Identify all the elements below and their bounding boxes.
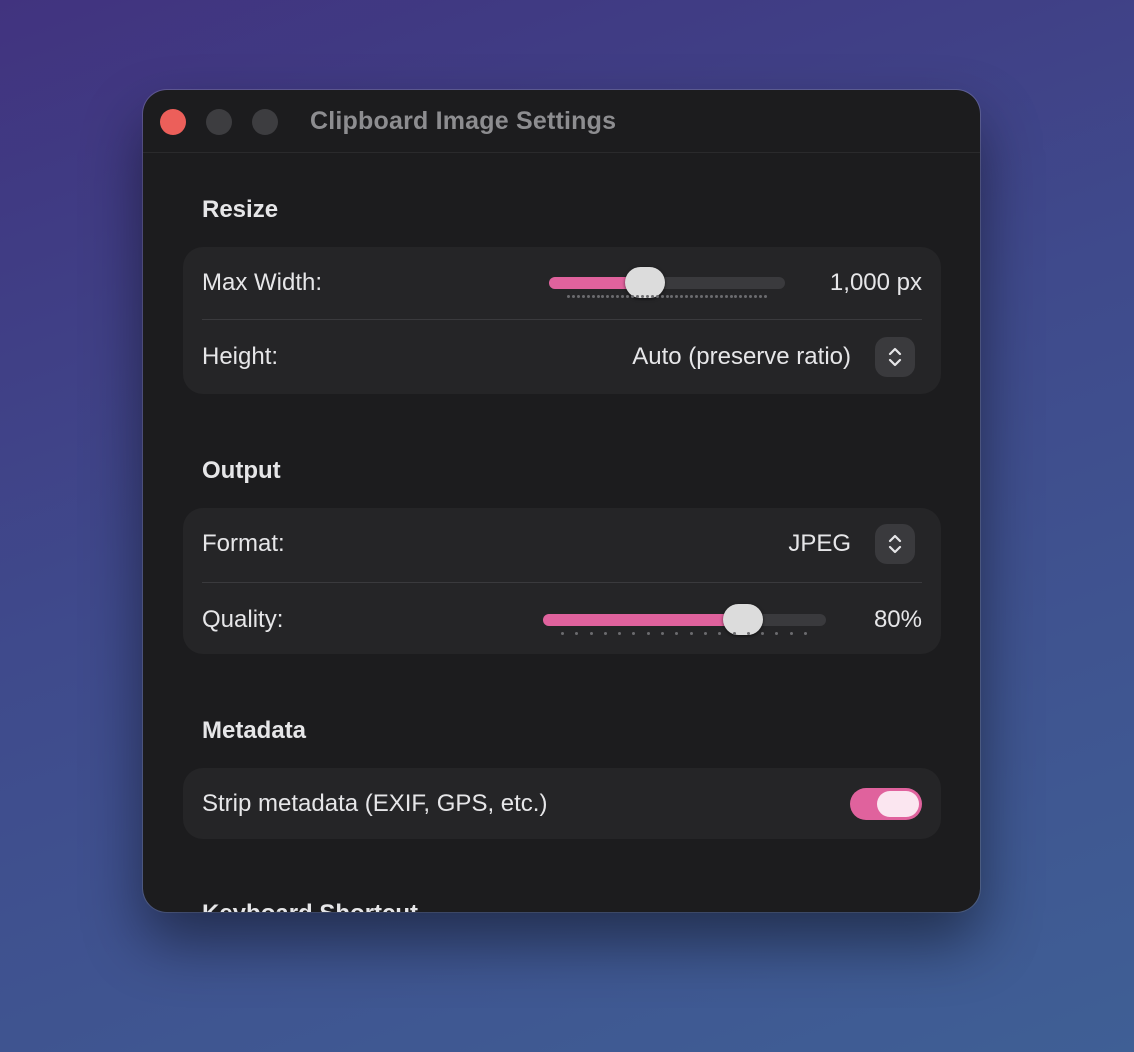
- slider-tick: [729, 295, 733, 298]
- metadata-card: Strip metadata (EXIF, GPS, etc.): [183, 768, 941, 839]
- slider-tick: [759, 295, 763, 298]
- slider-tick: [724, 295, 728, 298]
- max-width-label: Max Width:: [202, 269, 323, 296]
- slider-tick: [714, 295, 718, 298]
- slider-tick: [567, 295, 570, 298]
- slider-tick: [586, 295, 590, 298]
- max-width-slider[interactable]: [549, 267, 785, 298]
- slider-tick: [732, 632, 736, 635]
- quality-slider-knob[interactable]: [722, 604, 763, 635]
- quality-slider-fill: [543, 614, 743, 626]
- slider-tick: [661, 632, 665, 635]
- quality-label: Quality:: [202, 606, 284, 633]
- slider-tick: [646, 632, 650, 635]
- slider-tick: [581, 295, 585, 298]
- window-title: Clipboard Image Settings: [310, 107, 617, 135]
- slider-tick: [804, 632, 807, 635]
- chevron-up-down-icon: [888, 347, 902, 367]
- max-width-slider-knob[interactable]: [625, 267, 666, 298]
- slider-tick: [606, 295, 610, 298]
- slider-tick: [589, 632, 593, 635]
- slider-tick: [709, 295, 713, 298]
- max-width-value: 1,000 px: [829, 269, 922, 296]
- slider-tick: [718, 632, 722, 635]
- slider-tick: [703, 632, 707, 635]
- slider-tick: [601, 295, 605, 298]
- resize-card: Max Width: 1,000 px Height: Auto (preser…: [183, 247, 941, 394]
- slider-tick: [704, 295, 708, 298]
- title-bar: Clipboard Image Settings: [143, 90, 980, 153]
- height-popup-value[interactable]: Auto (preserve ratio): [632, 343, 851, 371]
- slider-tick: [575, 632, 579, 635]
- chevron-up-down-icon: [888, 534, 902, 554]
- slider-tick: [685, 295, 689, 298]
- slider-tick: [690, 295, 694, 298]
- slider-tick: [719, 295, 723, 298]
- slider-tick: [699, 295, 703, 298]
- section-title-metadata: Metadata: [202, 717, 307, 744]
- output-card: Format: JPEG Quality: 80%: [183, 508, 941, 654]
- slider-tick: [744, 295, 748, 298]
- slider-tick: [603, 632, 607, 635]
- strip-metadata-label: Strip metadata (EXIF, GPS, etc.): [202, 790, 548, 817]
- slider-tick: [665, 295, 669, 298]
- slider-tick: [645, 295, 649, 298]
- zoom-button[interactable]: [252, 109, 278, 135]
- slider-tick: [635, 295, 639, 298]
- slider-tick: [680, 295, 684, 298]
- format-popup-value[interactable]: JPEG: [788, 530, 851, 558]
- slider-tick: [631, 295, 635, 298]
- slider-tick: [616, 295, 620, 298]
- slider-tick: [754, 295, 758, 298]
- slider-tick: [660, 295, 664, 298]
- format-popup-button[interactable]: [875, 524, 915, 564]
- slider-tick: [591, 295, 595, 298]
- slider-tick: [761, 632, 765, 635]
- slider-tick: [746, 632, 750, 635]
- slider-tick: [650, 295, 654, 298]
- slider-tick: [611, 295, 615, 298]
- slider-tick: [561, 632, 564, 635]
- slider-tick: [749, 295, 753, 298]
- format-label: Format:: [202, 530, 285, 557]
- slider-tick: [689, 632, 693, 635]
- quality-value: 80%: [873, 606, 922, 633]
- slider-tick: [775, 632, 779, 635]
- slider-tick: [596, 295, 600, 298]
- settings-window: Clipboard Image Settings Resize Max Widt…: [143, 90, 980, 912]
- section-title-resize: Resize: [202, 196, 279, 223]
- close-button[interactable]: [160, 109, 186, 135]
- slider-tick: [675, 295, 679, 298]
- strip-metadata-toggle[interactable]: [850, 788, 922, 820]
- slider-tick: [739, 295, 743, 298]
- slider-tick: [618, 632, 622, 635]
- quality-slider[interactable]: [543, 604, 826, 635]
- section-title-keyboard-shortcut: Keyboard Shortcut: [202, 900, 418, 912]
- toggle-thumb: [877, 791, 919, 817]
- row-divider: [202, 582, 922, 583]
- slider-tick: [571, 295, 575, 298]
- slider-tick: [675, 632, 679, 635]
- height-popup-button[interactable]: [875, 337, 915, 377]
- slider-tick: [626, 295, 630, 298]
- max-width-slider-ticks: [567, 295, 767, 299]
- slider-tick: [640, 295, 644, 298]
- section-title-output: Output: [202, 457, 281, 484]
- slider-tick: [789, 632, 793, 635]
- slider-tick: [655, 295, 659, 298]
- slider-tick: [632, 632, 636, 635]
- slider-tick: [734, 295, 738, 298]
- slider-tick: [695, 295, 699, 298]
- minimize-button[interactable]: [206, 109, 232, 135]
- row-divider: [202, 319, 922, 320]
- slider-tick: [576, 295, 580, 298]
- slider-tick: [621, 295, 625, 298]
- height-label: Height:: [202, 343, 279, 370]
- slider-tick: [670, 295, 674, 298]
- quality-slider-ticks: [561, 632, 807, 636]
- slider-tick: [764, 295, 767, 298]
